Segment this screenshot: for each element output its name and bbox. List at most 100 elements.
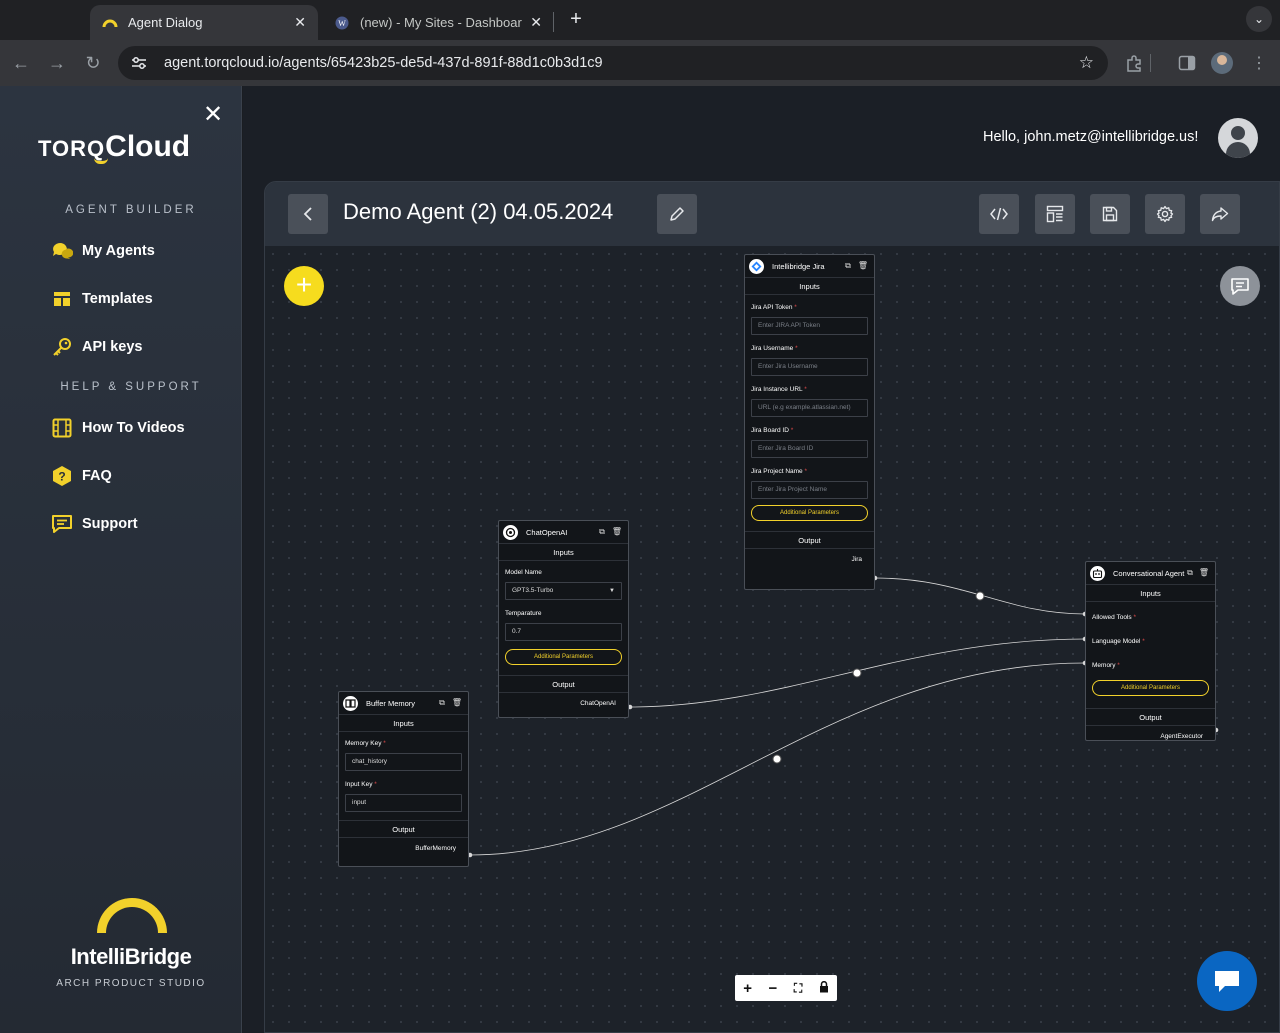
additional-parameters-button[interactable]: Additional Parameters (1092, 680, 1209, 696)
jira-project-name-input[interactable]: Enter Jira Project Name (751, 481, 868, 499)
url-text: agent.torqcloud.io/agents/65423b25-de5d-… (164, 55, 603, 71)
node-title: ChatOpenAI (526, 527, 568, 537)
jira-instance-url-input[interactable]: URL (e.g example.atlassian.net) (751, 399, 868, 417)
close-sidebar-icon[interactable]: ✕ (202, 103, 224, 127)
new-tab-button[interactable]: + (565, 8, 587, 30)
back-icon[interactable]: ← (10, 52, 32, 74)
close-tab-icon[interactable]: ✕ (294, 14, 306, 31)
close-tab-icon[interactable]: ✕ (530, 14, 542, 31)
node-buffer-memory[interactable]: Buffer Memory ⧉ 🗑 Inputs Memory Key * cha… (338, 691, 469, 867)
question-hexagon-icon: ? (50, 464, 74, 488)
torqcloud-logo: TORQCloud (38, 130, 191, 164)
additional-parameters-button[interactable]: Additional Parameters (751, 505, 868, 521)
browser-toolbar: ← → ↻ agent.torqcloud.io/agents/65423b25… (0, 40, 1280, 86)
input-key-input[interactable]: input (345, 794, 462, 812)
model-name-select[interactable]: GPT3.5-Turbo ▼ (505, 582, 622, 600)
node-chatopenai[interactable]: ChatOpenAI ⧉ 🗑 Inputs Model Name GPT3.5-T… (498, 520, 629, 718)
lock-icon[interactable] (819, 980, 829, 997)
template-button[interactable] (1035, 194, 1075, 234)
field-label: Temparature (505, 610, 542, 617)
input-allowed-tools: Allowed Tools (1092, 614, 1132, 621)
chat-button[interactable] (1220, 266, 1260, 306)
delete-node-icon[interactable]: 🗑 (858, 261, 868, 271)
user-avatar[interactable] (1218, 118, 1258, 158)
node-conversational-agent[interactable]: Conversational Agent ⧉ 🗑 Inputs Allowed T… (1085, 561, 1216, 741)
forward-icon[interactable]: → (46, 52, 68, 74)
output-chatopenai: ChatOpenAI (580, 700, 616, 707)
sidebar-item-label: How To Videos (82, 420, 185, 436)
save-button[interactable] (1090, 194, 1130, 234)
support-chat-icon (50, 512, 74, 536)
input-memory: Memory (1092, 662, 1116, 669)
user-greeting: Hello, john.metz@intellibridge.us! (983, 129, 1199, 145)
sidebar-item-support[interactable]: Support (50, 511, 138, 537)
temperature-input[interactable]: 0.7 (505, 623, 622, 641)
site-settings-icon[interactable] (130, 54, 148, 72)
brand-name: IntelliBridge (70, 944, 192, 969)
additional-parameters-button[interactable]: Additional Parameters (505, 649, 622, 665)
code-button[interactable] (979, 194, 1019, 234)
browser-tab-bar: Agent Dialog ✕ W (new) - My Sites - Dash… (0, 0, 1280, 40)
edit-title-button[interactable] (657, 194, 697, 234)
back-button[interactable] (288, 194, 328, 234)
memory-key-input[interactable]: chat_history (345, 753, 462, 771)
sidebar: ✕ TORQCloud AGENT BUILDER My Agents Temp… (0, 86, 242, 1033)
tab-my-sites[interactable]: W (new) - My Sites - Dashboard ✕ (322, 5, 554, 40)
copy-node-icon[interactable]: ⧉ (1187, 568, 1193, 578)
more-menu-icon[interactable]: ⋮ (1248, 52, 1270, 74)
share-arrow-icon (1211, 207, 1229, 222)
copy-node-icon[interactable]: ⧉ (439, 698, 445, 708)
inputs-header: Inputs (339, 714, 468, 732)
code-icon (990, 207, 1008, 221)
chevron-left-icon (303, 207, 312, 221)
messenger-chat-button[interactable] (1197, 951, 1257, 1011)
sidebar-item-templates[interactable]: Templates (50, 286, 153, 312)
save-icon (1102, 206, 1118, 222)
field-label: Jira Board ID (751, 427, 789, 434)
tab-search-icon[interactable]: ⌄ (1246, 6, 1272, 32)
jira-board-id-input[interactable]: Enter Jira Board ID (751, 440, 868, 458)
gear-icon (1156, 205, 1174, 223)
field-label: Jira Instance URL (751, 386, 803, 393)
delete-node-icon[interactable]: 🗑 (1199, 568, 1209, 578)
add-node-button[interactable]: + (284, 266, 324, 306)
jira-username-input[interactable]: Enter Jira Username (751, 358, 868, 376)
inputs-header: Inputs (499, 543, 628, 561)
sidebar-item-faq[interactable]: ? FAQ (50, 463, 112, 489)
copy-node-icon[interactable]: ⧉ (845, 261, 851, 271)
copy-node-icon[interactable]: ⧉ (599, 527, 605, 537)
svg-text:W: W (338, 19, 346, 28)
canvas-controls: + − ⛶ (735, 975, 837, 1001)
zoom-in-icon[interactable]: + (743, 980, 752, 997)
flow-canvas[interactable]: + Intellibridge Jira ⧉ 🗑 Inputs Jira API … (265, 246, 1279, 1032)
share-button[interactable] (1200, 194, 1240, 234)
tab-agent-dialog[interactable]: Agent Dialog ✕ (90, 5, 318, 40)
sidebar-item-label: API keys (82, 339, 143, 355)
profile-avatar[interactable] (1211, 52, 1233, 74)
sidebar-item-api-keys[interactable]: API keys (50, 334, 142, 360)
node-title: Buffer Memory (366, 698, 416, 708)
delete-node-icon[interactable]: 🗑 (612, 527, 622, 537)
sidebar-item-how-to-videos[interactable]: How To Videos (50, 415, 185, 441)
delete-node-icon[interactable]: 🗑 (452, 698, 462, 708)
address-bar[interactable]: agent.torqcloud.io/agents/65423b25-de5d-… (118, 46, 1108, 80)
reload-icon[interactable]: ↻ (82, 52, 104, 74)
field-label: Jira Username (751, 345, 794, 352)
tab-title: (new) - My Sites - Dashboard (360, 15, 523, 30)
intellibridge-arc-icon (97, 898, 167, 933)
intellibridge-favicon (102, 15, 118, 31)
agent-title: Demo Agent (2) 04.05.2024 (343, 199, 614, 224)
jira-api-token-input[interactable]: Enter JIRA API Token (751, 317, 868, 335)
inputs-header: Inputs (1086, 584, 1215, 602)
template-layout-icon (1046, 205, 1064, 223)
fit-view-icon[interactable]: ⛶ (794, 981, 802, 996)
bookmark-star-icon[interactable]: ☆ (1079, 53, 1094, 73)
messenger-icon (1215, 971, 1239, 992)
sidebar-item-my-agents[interactable]: My Agents (50, 238, 155, 264)
side-panel-icon[interactable] (1176, 52, 1198, 74)
zoom-out-icon[interactable]: − (769, 980, 778, 997)
node-intellibridge-jira[interactable]: Intellibridge Jira ⧉ 🗑 Inputs Jira API To… (744, 254, 875, 590)
templates-icon (50, 287, 74, 311)
settings-button[interactable] (1145, 194, 1185, 234)
extensions-icon[interactable] (1123, 52, 1145, 74)
